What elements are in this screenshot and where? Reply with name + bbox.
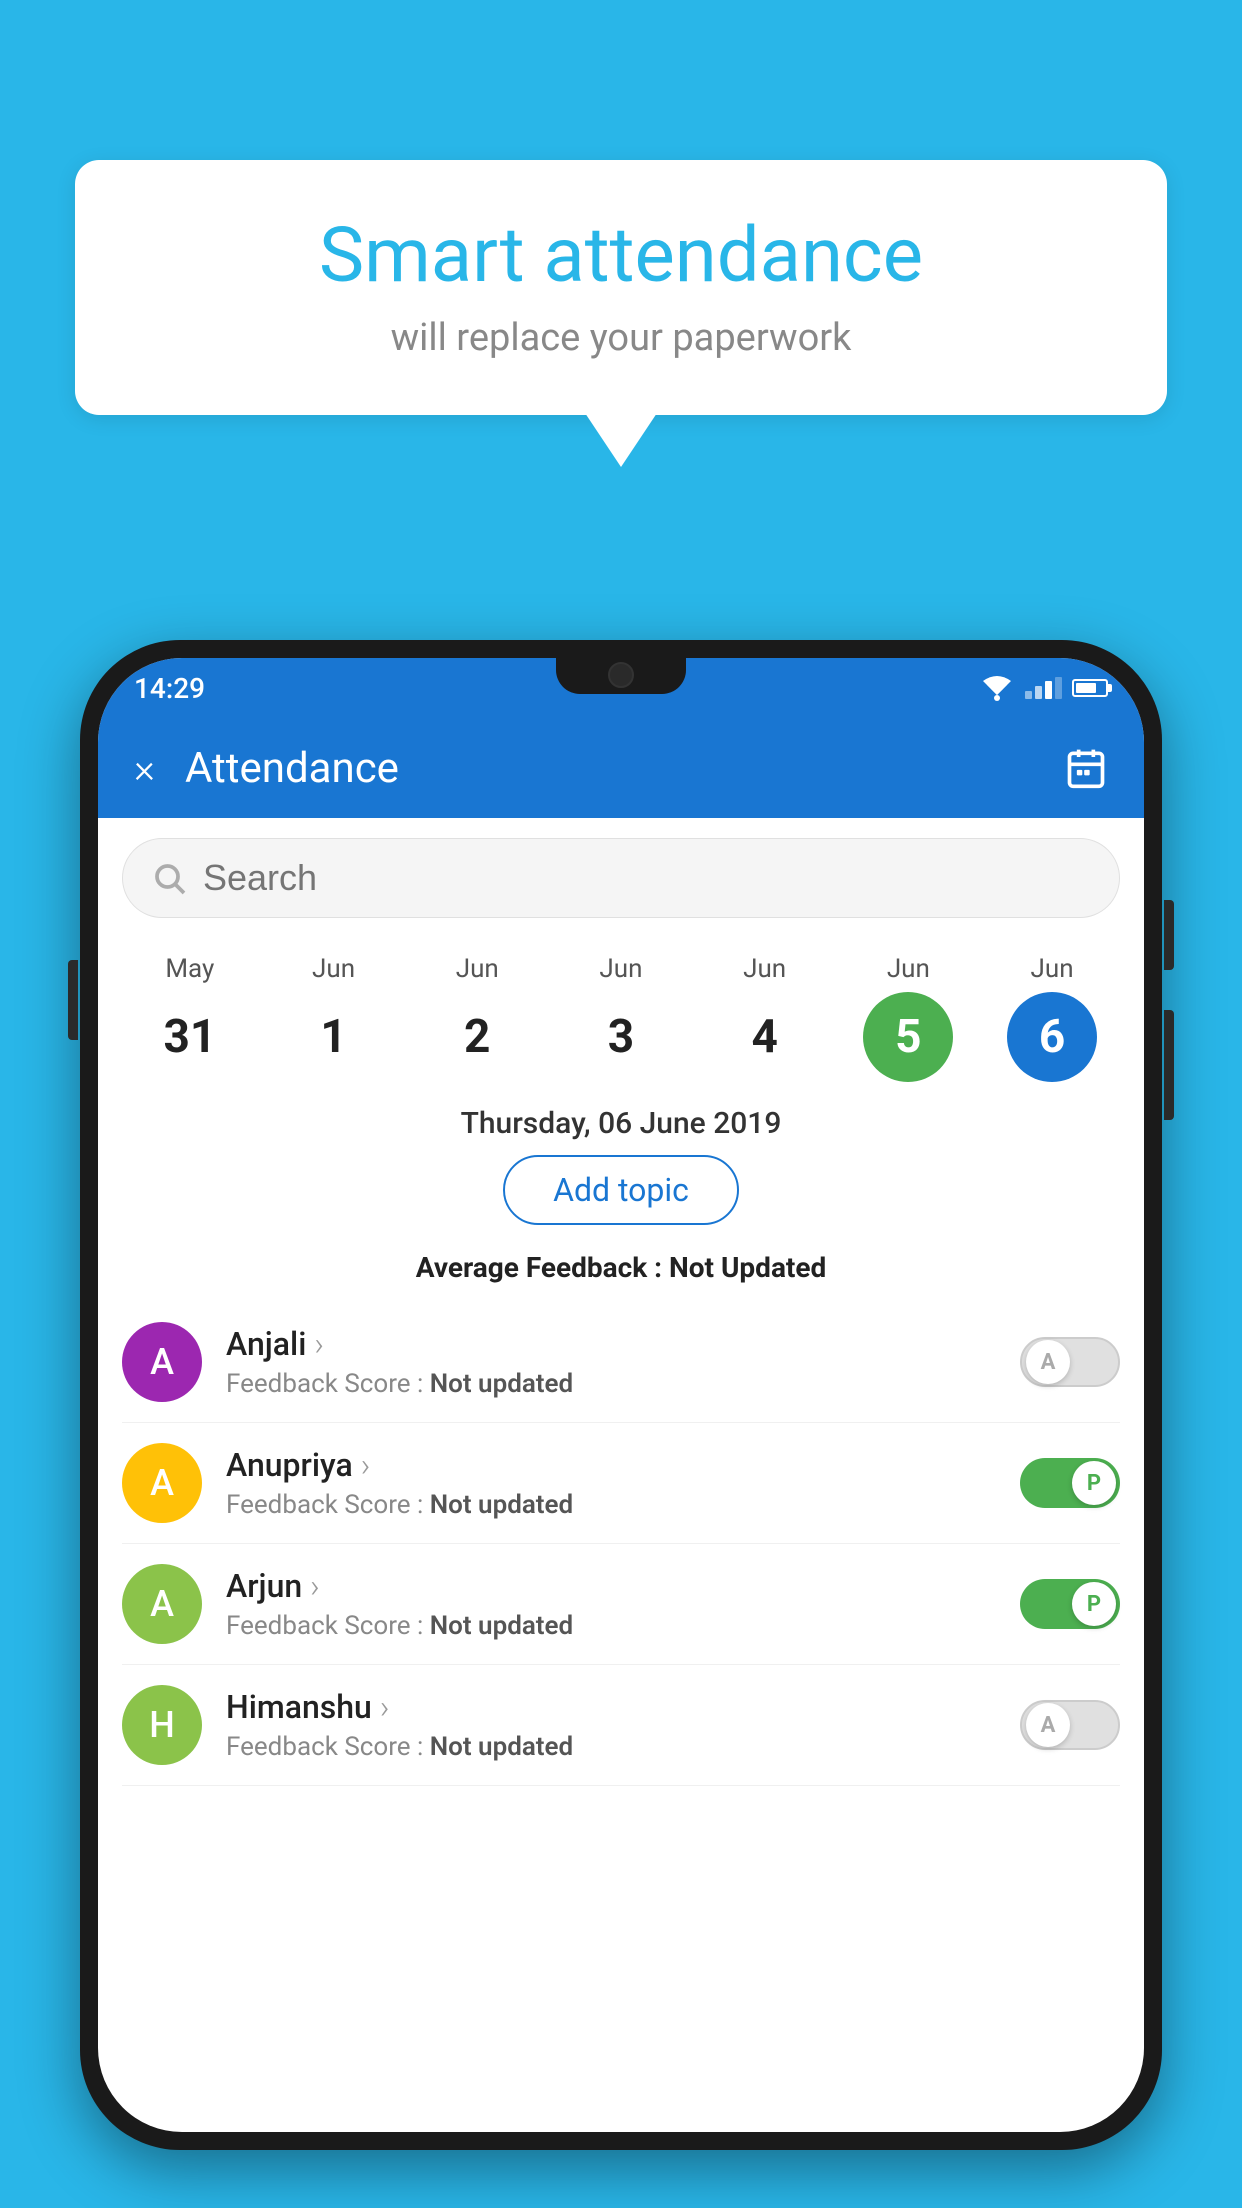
phone-camera xyxy=(608,662,634,688)
battery-icon xyxy=(1072,679,1108,697)
avatar: A xyxy=(122,1443,202,1523)
search-input[interactable] xyxy=(203,857,1091,899)
date-number[interactable]: 5 xyxy=(863,992,953,1082)
avatar: A xyxy=(122,1322,202,1402)
date-month: Jun xyxy=(312,954,355,984)
calendar-date-col[interactable]: Jun 2 xyxy=(412,954,542,1082)
speech-bubble-container: Smart attendance will replace your paper… xyxy=(75,160,1167,415)
avg-feedback-value: Not Updated xyxy=(669,1251,826,1284)
date-number[interactable]: 31 xyxy=(145,992,235,1082)
selected-date-text: Thursday, 06 June 2019 xyxy=(98,1106,1144,1141)
signal-icon xyxy=(1025,677,1062,699)
attendance-toggle[interactable]: A xyxy=(1020,1337,1120,1387)
header-title: Attendance xyxy=(185,744,1064,793)
calendar-icon[interactable] xyxy=(1064,746,1108,790)
student-score: Feedback Score : Not updated xyxy=(226,1611,1020,1641)
selected-date-section: Thursday, 06 June 2019 Add topic xyxy=(98,1082,1144,1241)
student-item[interactable]: A Anupriya Feedback Score : Not updated P xyxy=(122,1423,1120,1544)
phone-frame: 14:29 xyxy=(80,640,1162,2150)
speech-bubble: Smart attendance will replace your paper… xyxy=(75,160,1167,415)
battery-fill xyxy=(1076,683,1096,693)
avatar: A xyxy=(122,1564,202,1644)
student-info: Anjali Feedback Score : Not updated xyxy=(226,1325,1020,1399)
student-info: Arjun Feedback Score : Not updated xyxy=(226,1567,1020,1641)
toggle-knob: A xyxy=(1026,1703,1070,1747)
attendance-toggle[interactable]: A xyxy=(1020,1700,1120,1750)
calendar-date-col[interactable]: Jun 6 xyxy=(987,954,1117,1082)
toggle-knob: P xyxy=(1072,1461,1116,1505)
phone-power-button xyxy=(1164,1010,1174,1120)
status-icons xyxy=(979,675,1108,701)
date-month: Jun xyxy=(456,954,499,984)
close-button[interactable]: × xyxy=(134,745,155,792)
date-month: Jun xyxy=(743,954,786,984)
student-name: Anupriya xyxy=(226,1446,1020,1484)
student-name: Anjali xyxy=(226,1325,1020,1363)
student-score: Feedback Score : Not updated xyxy=(226,1490,1020,1520)
student-info: Himanshu Feedback Score : Not updated xyxy=(226,1688,1020,1762)
calendar-date-col[interactable]: Jun 1 xyxy=(269,954,399,1082)
calendar-date-col[interactable]: Jun 3 xyxy=(556,954,686,1082)
search-icon xyxy=(151,860,187,896)
calendar-row: May 31 Jun 1 Jun 2 Jun 3 Jun 4 Jun 5 Jun 6 xyxy=(98,938,1144,1082)
student-item[interactable]: AAnjaliFeedback Score : Not updatedA xyxy=(122,1302,1120,1423)
search-bar[interactable] xyxy=(122,838,1120,918)
attendance-toggle[interactable]: P xyxy=(1020,1458,1120,1508)
toggle-knob: A xyxy=(1026,1340,1070,1384)
student-name: Himanshu xyxy=(226,1688,1020,1726)
date-month: Jun xyxy=(599,954,642,984)
toggle-knob: P xyxy=(1072,1582,1116,1626)
attendance-toggle[interactable]: P xyxy=(1020,1579,1120,1629)
date-number[interactable]: 1 xyxy=(289,992,379,1082)
phone-screen: 14:29 xyxy=(98,658,1144,2132)
student-score: Feedback Score : Not updated xyxy=(226,1732,1020,1762)
add-topic-button[interactable]: Add topic xyxy=(503,1155,739,1225)
date-number[interactable]: 6 xyxy=(1007,992,1097,1082)
avg-feedback-label: Average Feedback : xyxy=(416,1251,662,1284)
student-item[interactable]: H Himanshu Feedback Score : Not updatedA xyxy=(122,1665,1120,1786)
student-item[interactable]: A Arjun Feedback Score : Not updated P xyxy=(122,1544,1120,1665)
wifi-icon xyxy=(979,675,1015,701)
phone-vol-button xyxy=(68,960,78,1040)
avg-feedback: Average Feedback : Not Updated xyxy=(98,1241,1144,1302)
student-name: Arjun xyxy=(226,1567,1020,1605)
calendar-date-col[interactable]: Jun 4 xyxy=(700,954,830,1082)
date-number[interactable]: 3 xyxy=(576,992,666,1082)
calendar-date-col[interactable]: May 31 xyxy=(125,954,255,1082)
app-header: × Attendance xyxy=(98,718,1144,818)
student-score: Feedback Score : Not updated xyxy=(226,1369,1020,1399)
phone-notch xyxy=(556,658,686,694)
bubble-subtitle: will replace your paperwork xyxy=(135,316,1107,360)
date-month: Jun xyxy=(1031,954,1074,984)
student-list: AAnjaliFeedback Score : Not updatedAAAnu… xyxy=(98,1302,1144,1786)
calendar-date-col[interactable]: Jun 5 xyxy=(843,954,973,1082)
avatar: H xyxy=(122,1685,202,1765)
phone-container: 14:29 xyxy=(80,640,1162,2208)
date-number[interactable]: 4 xyxy=(720,992,810,1082)
date-month: May xyxy=(165,954,214,984)
date-month: Jun xyxy=(887,954,930,984)
bubble-title: Smart attendance xyxy=(135,210,1107,300)
date-number[interactable]: 2 xyxy=(432,992,522,1082)
status-time: 14:29 xyxy=(134,672,205,705)
student-info: Anupriya Feedback Score : Not updated xyxy=(226,1446,1020,1520)
phone-vol-right-button xyxy=(1164,900,1174,970)
